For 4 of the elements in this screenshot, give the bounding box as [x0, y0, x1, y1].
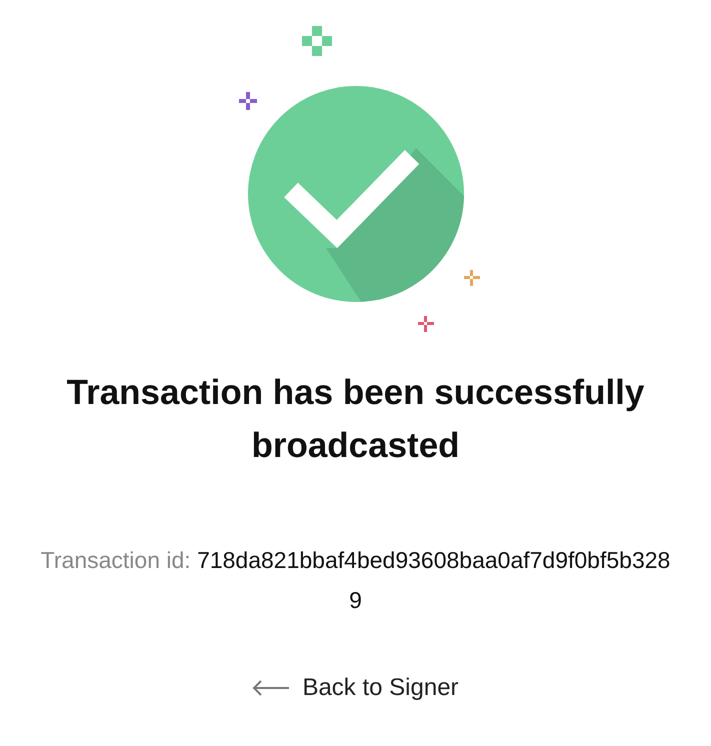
- success-heading: Transaction has been successfully broadcasted: [66, 372, 646, 467]
- left-arrow-icon: [252, 680, 290, 696]
- back-link[interactable]: Back to Signer: [252, 674, 459, 702]
- transaction-id-text: Transaction id: 718da821bbaf4bed93608baa0af7d9f0bf5b3289: [40, 546, 672, 615]
